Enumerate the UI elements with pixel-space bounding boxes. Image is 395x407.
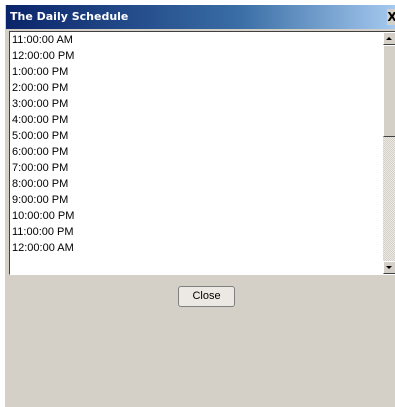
list-item[interactable]: 11:00:00 PM <box>10 224 382 240</box>
list-item[interactable]: 12:00:00 AM <box>10 240 382 256</box>
list-item[interactable]: 4:00:00 PM <box>10 112 382 128</box>
list-item[interactable]: 3:00:00 PM <box>10 96 382 112</box>
window-title: The Daily Schedule <box>10 10 129 23</box>
close-icon[interactable]: X <box>387 9 395 25</box>
schedule-listbox[interactable]: 11:00:00 AM 12:00:00 PM 1:00:00 PM 2:00:00 … <box>9 31 395 275</box>
list-item[interactable]: 12:00:00 PM <box>10 48 382 64</box>
list-item[interactable]: 8:00:00 PM <box>10 176 382 192</box>
vertical-scrollbar[interactable] <box>383 32 395 274</box>
list-item[interactable]: 5:00:00 PM <box>10 128 382 144</box>
title-bar[interactable]: The Daily Schedule X <box>6 5 395 29</box>
scroll-down-button[interactable] <box>383 261 395 274</box>
schedule-list: 11:00:00 AM 12:00:00 PM 1:00:00 PM 2:00:00 … <box>10 32 382 256</box>
arrow-up-icon <box>386 37 392 40</box>
arrow-down-icon <box>386 266 392 269</box>
close-button[interactable]: Close <box>178 286 235 307</box>
list-item[interactable]: 9:00:00 PM <box>10 192 382 208</box>
list-item[interactable]: 11:00:00 AM <box>10 32 382 48</box>
list-item[interactable]: 1:00:00 PM <box>10 64 382 80</box>
list-item[interactable]: 7:00:00 PM <box>10 160 382 176</box>
scrollbar-thumb[interactable] <box>383 45 395 137</box>
list-item[interactable]: 10:00:00 PM <box>10 208 382 224</box>
scroll-up-button[interactable] <box>383 32 395 45</box>
list-item[interactable]: 2:00:00 PM <box>10 80 382 96</box>
schedule-dialog: The Daily Schedule X 11:00:00 AM12:00:00… <box>5 5 395 407</box>
list-item[interactable]: 6:00:00 PM <box>10 144 382 160</box>
